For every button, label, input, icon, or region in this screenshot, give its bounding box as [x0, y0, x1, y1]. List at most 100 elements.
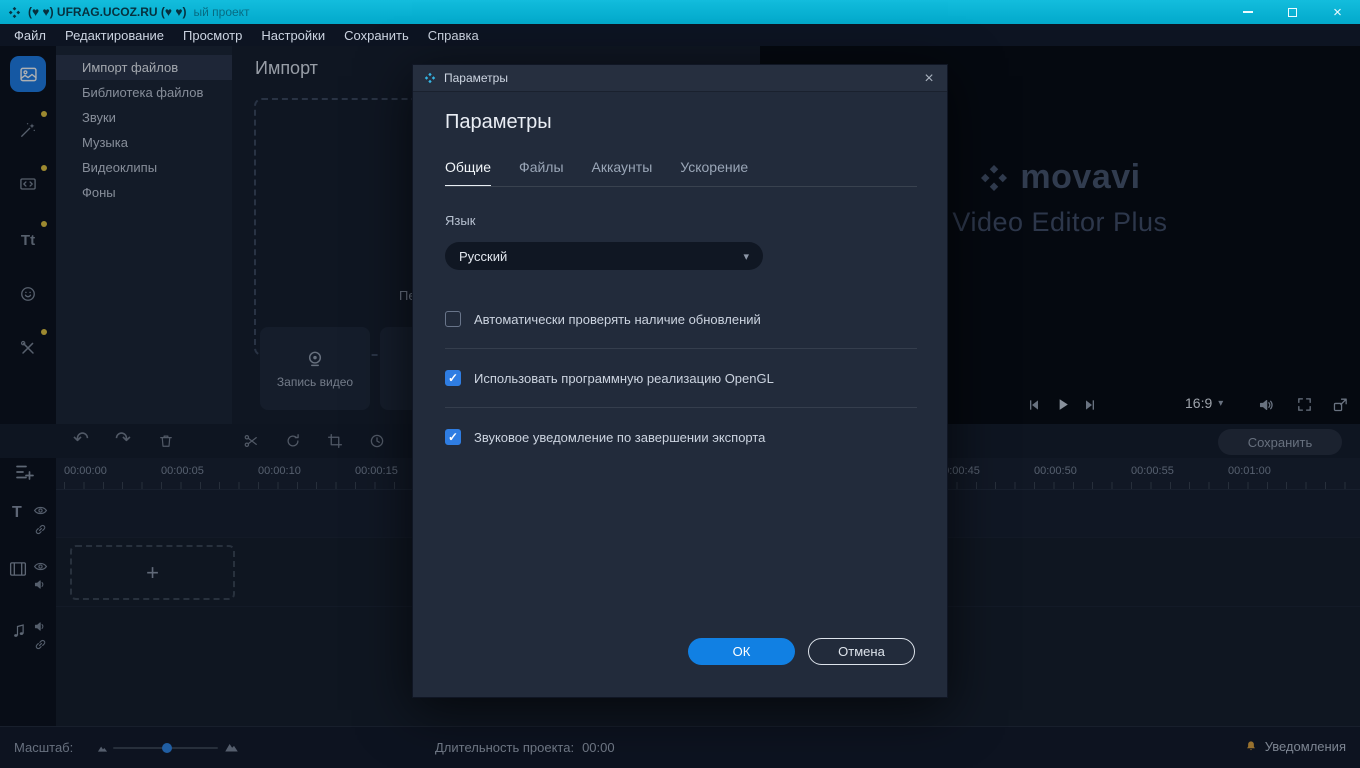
- tab-acceleration[interactable]: Ускорение: [680, 159, 748, 187]
- project-duration: Длительность проекта: 00:00: [435, 740, 615, 755]
- add-track-icon[interactable]: [13, 460, 37, 484]
- dialog-title: Параметры: [444, 71, 508, 85]
- menu-save[interactable]: Сохранить: [344, 28, 409, 43]
- clip-speed-clock-icon[interactable]: [368, 432, 386, 450]
- dialog-heading: Параметры: [445, 111, 552, 134]
- trash-icon[interactable]: [157, 432, 175, 450]
- ruler-tick: 00:00:10: [258, 465, 301, 477]
- checkbox-row-export-sound: ✓ Звуковое уведомление по завершении экс…: [445, 429, 917, 445]
- library-item-backgrounds[interactable]: Фоны: [56, 180, 232, 205]
- undo-icon[interactable]: ↶: [73, 429, 89, 451]
- checkbox-label: Использовать программную реализацию Open…: [474, 371, 774, 386]
- auto-updates-checkbox[interactable]: ✓: [445, 311, 461, 327]
- menu-settings[interactable]: Настройки: [261, 28, 325, 43]
- record-camera-icon: [304, 348, 326, 370]
- close-icon: ×: [1333, 4, 1342, 21]
- speaker-icon[interactable]: [33, 619, 48, 634]
- crop-icon[interactable]: [326, 432, 344, 450]
- record-video-button[interactable]: Запись видео: [260, 327, 370, 410]
- sidebar-titles-button[interactable]: Tt: [10, 222, 46, 258]
- smiley-sticker-icon: [18, 284, 38, 304]
- movavi-logo-icon: [8, 6, 21, 19]
- notifications-button[interactable]: Уведомления: [1244, 739, 1346, 754]
- watermark-product: Video Editor Plus: [952, 207, 1167, 238]
- notification-dot: [41, 221, 47, 227]
- save-button[interactable]: Сохранить: [1218, 429, 1342, 455]
- sidebar-filters-button[interactable]: [10, 112, 46, 148]
- transitions-icon: [18, 174, 38, 194]
- window-controls: ×: [1225, 0, 1360, 24]
- language-value: Русский: [459, 249, 507, 264]
- sidebar-transitions-button[interactable]: [10, 166, 46, 202]
- tab-general[interactable]: Общие: [445, 159, 491, 187]
- ruler-tick: 00:01:00: [1228, 465, 1271, 477]
- crossed-tools-icon: [18, 338, 38, 358]
- detach-player-icon[interactable]: [1332, 396, 1349, 413]
- menubar: Файл Редактирование Просмотр Настройки С…: [0, 24, 1360, 46]
- minimize-button[interactable]: [1225, 0, 1270, 24]
- volume-icon[interactable]: [1258, 396, 1276, 414]
- menu-file[interactable]: Файл: [14, 28, 46, 43]
- link-icon[interactable]: [33, 522, 48, 537]
- zoom-slider-knob[interactable]: [162, 743, 172, 753]
- notification-dot: [41, 329, 47, 335]
- tabs-separator: [445, 186, 917, 187]
- library-panel: Импорт файлов Библиотека файлов Звуки Му…: [56, 46, 232, 424]
- tab-accounts[interactable]: Аккаунты: [592, 159, 653, 187]
- zoom-in-mountain-icon[interactable]: [224, 740, 239, 753]
- cancel-button[interactable]: Отмена: [808, 638, 915, 665]
- fullscreen-icon[interactable]: [1296, 396, 1313, 413]
- aspect-ratio-select[interactable]: 16:9 ▾: [1185, 395, 1223, 411]
- maximize-icon: [1288, 8, 1297, 17]
- check-icon: ✓: [448, 372, 458, 384]
- import-title: Импорт: [255, 58, 318, 79]
- zoom-out-mountain-icon[interactable]: [97, 743, 108, 753]
- dialog-close-button[interactable]: ×: [917, 67, 941, 90]
- scissors-cut-icon[interactable]: [242, 432, 260, 450]
- statusbar: Масштаб: Длительность проекта: 00:00 Уве…: [0, 726, 1360, 768]
- settings-dialog: Параметры × Параметры Общие Файлы Аккаун…: [412, 64, 948, 698]
- library-item-file-library[interactable]: Библиотека файлов: [56, 80, 232, 105]
- rotate-icon[interactable]: [284, 432, 302, 450]
- sidebar-stickers-button[interactable]: [10, 276, 46, 312]
- bell-icon: [1244, 739, 1258, 754]
- sidebar-tools-button[interactable]: [10, 330, 46, 366]
- menu-view[interactable]: Просмотр: [183, 28, 242, 43]
- main-toolbar: Tt T: [0, 46, 56, 726]
- notification-dot: [41, 165, 47, 171]
- add-clip-dropzone[interactable]: +: [70, 545, 235, 600]
- aspect-ratio-value: 16:9: [1185, 395, 1212, 411]
- ruler-tick: 00:00:15: [355, 465, 398, 477]
- eye-icon[interactable]: [33, 560, 48, 573]
- titles-track-icon: T: [12, 504, 22, 522]
- language-select[interactable]: Русский ▾: [445, 242, 763, 270]
- redo-icon[interactable]: ↷: [115, 429, 131, 451]
- skip-forward-icon[interactable]: [1082, 397, 1098, 413]
- filmstrip-icon: [8, 560, 28, 578]
- play-icon[interactable]: [1054, 396, 1071, 413]
- library-item-music[interactable]: Музыка: [56, 130, 232, 155]
- app-window: (♥ ♥) UFRAG.UCOZ.RU (♥ ♥) ый проект × Фа…: [0, 0, 1360, 768]
- eye-icon[interactable]: [33, 504, 48, 517]
- dialog-tabs: Общие Файлы Аккаунты Ускорение: [445, 159, 748, 187]
- menu-edit[interactable]: Редактирование: [65, 28, 164, 43]
- close-button[interactable]: ×: [1315, 0, 1360, 24]
- magic-wand-icon: [18, 120, 38, 140]
- sidebar-import-button[interactable]: [10, 56, 46, 92]
- music-note-icon: [10, 622, 28, 640]
- ruler-tick: 00:00:50: [1034, 465, 1077, 477]
- link-icon[interactable]: [33, 637, 48, 652]
- export-sound-checkbox[interactable]: ✓: [445, 429, 461, 445]
- tab-files[interactable]: Файлы: [519, 159, 563, 187]
- maximize-button[interactable]: [1270, 0, 1315, 24]
- menu-help[interactable]: Справка: [428, 28, 479, 43]
- library-item-import-files[interactable]: Импорт файлов: [56, 55, 232, 80]
- notifications-label: Уведомления: [1265, 739, 1346, 754]
- library-item-videoclips[interactable]: Видеоклипы: [56, 155, 232, 180]
- library-item-sounds[interactable]: Звуки: [56, 105, 232, 130]
- skip-back-icon[interactable]: [1026, 397, 1042, 413]
- divider: [445, 407, 917, 408]
- ok-button[interactable]: ОК: [688, 638, 795, 665]
- speaker-icon[interactable]: [33, 577, 48, 592]
- opengl-checkbox[interactable]: ✓: [445, 370, 461, 386]
